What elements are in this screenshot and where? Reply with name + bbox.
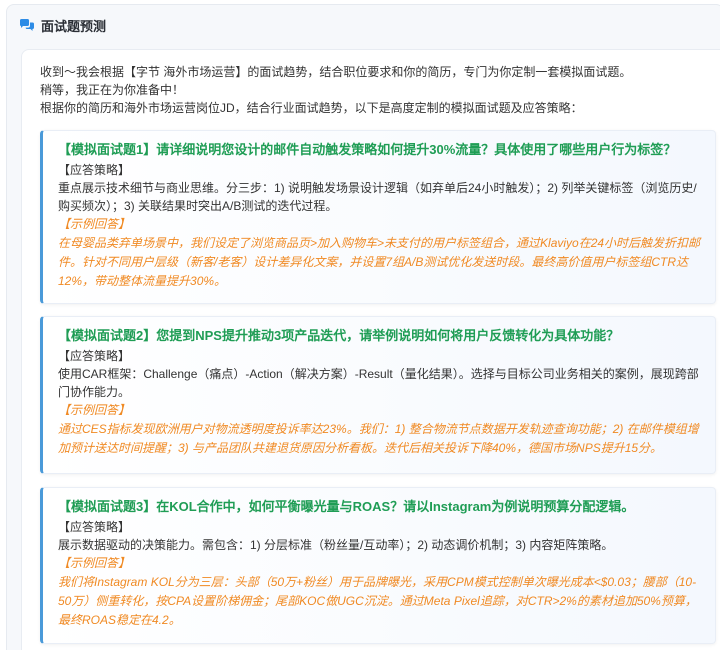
intro-line: 收到～我会根据【字节 海外市场运营】的面试趋势，结合职位要求和你的简历，专门为你… xyxy=(40,65,632,79)
question-card-2: 【模拟面试题2】您提到NPS提升推动3项产品迭代，请举例说明如何将用户反馈转化为… xyxy=(40,316,716,474)
intro-line: 根据你的简历和海外市场运营岗位JD，结合行业面试趋势，以下是高度定制的模拟面试题… xyxy=(40,101,583,115)
example-text: 我们将Instagram KOL分为三层：头部（50万+粉丝）用于品牌曝光，采用… xyxy=(58,575,697,627)
question-title: 【模拟面试题1】请详细说明您设计的邮件自动触发策略如何提升30%流量？具体使用了… xyxy=(58,142,677,157)
strategy-text: 使用CAR框架：Challenge（痛点）-Action（解决方案）-Resul… xyxy=(58,367,699,399)
example-text: 在母婴品类弃单场景中，我们设定了浏览商品页>加入购物车>未支付的用户标签组合，通… xyxy=(58,236,701,288)
question-card-3: 【模拟面试题3】在KOL合作中，如何平衡曝光量与ROAS？请以Instagram… xyxy=(40,487,716,644)
strategy-label: 【应答策略】 xyxy=(58,163,131,177)
intro-text: 收到～我会根据【字节 海外市场运营】的面试趋势，结合职位要求和你的简历，专门为你… xyxy=(40,63,720,117)
chat-bubbles-icon xyxy=(20,19,34,31)
panel-title: 面试题预测 xyxy=(41,18,107,34)
response-content: 收到～我会根据【字节 海外市场运营】的面试趋势，结合职位要求和你的简历，专门为你… xyxy=(21,49,720,650)
example-label: 【示例回答】 xyxy=(58,217,131,231)
example-text: 通过CES指标发现欧洲用户对物流透明度投诉率达23%。我们：1) 整合物流节点数… xyxy=(58,422,699,455)
example-label: 【示例回答】 xyxy=(58,556,131,570)
intro-line: 稍等，我正在为你准备中！ xyxy=(40,83,185,97)
interview-prediction-panel: 面试题预测 收到～我会根据【字节 海外市场运营】的面试趋势，结合职位要求和你的简… xyxy=(6,4,720,650)
panel-header: 面试题预测 xyxy=(7,5,720,45)
strategy-label: 【应答策略】 xyxy=(58,520,131,534)
question-title: 【模拟面试题2】您提到NPS提升推动3项产品迭代，请举例说明如何将用户反馈转化为… xyxy=(58,328,620,343)
strategy-text: 展示数据驱动的决策能力。需包含：1) 分层标准（粉丝量/互动率）；2) 动态调价… xyxy=(58,538,614,552)
question-title: 【模拟面试题3】在KOL合作中，如何平衡曝光量与ROAS？请以Instagram… xyxy=(58,499,635,514)
strategy-text: 重点展示技术细节与商业思维。分三步：1) 说明触发场景设计逻辑（如弃单后24小时… xyxy=(58,181,697,213)
question-card-1: 【模拟面试题1】请详细说明您设计的邮件自动触发策略如何提升30%流量？具体使用了… xyxy=(40,130,716,304)
example-label: 【示例回答】 xyxy=(58,403,131,417)
strategy-label: 【应答策略】 xyxy=(58,349,131,363)
